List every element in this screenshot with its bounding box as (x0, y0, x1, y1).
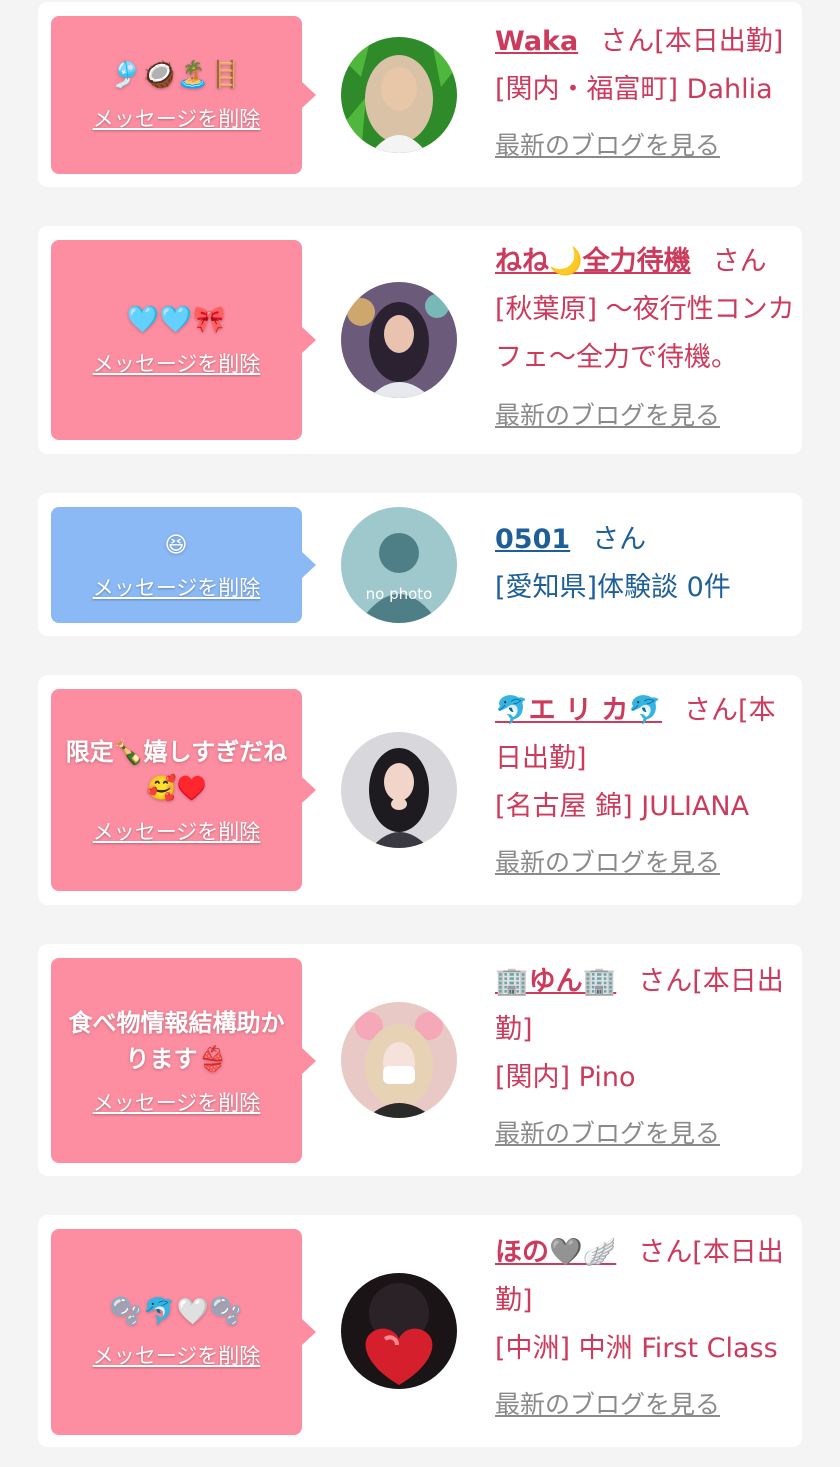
message-text: 🫧🐬🤍🫧 (109, 1297, 244, 1327)
profile-name-link[interactable]: Waka (495, 26, 578, 57)
message-card: 🎐🥥🏝️🪜 メッセージを削除 Waka さん[本日出勤] [関内・福富町] Dah… (38, 2, 802, 187)
profile-name-link[interactable]: ほの🩶🪽 (495, 1237, 616, 1268)
latest-blog-link[interactable]: 最新のブログを見る (495, 1381, 720, 1429)
profile-info: 🐬エ リ カ🐬 さん[本日出勤] [名古屋 錦] JULIANA 最新のブログを見… (495, 687, 795, 887)
message-card: 🩵🩵🎀 メッセージを削除 ねね🌙全力待機 さん [秋葉原] 〜夜行性コンカフェ〜全… (38, 226, 802, 454)
message-card: 限定🍾嬉しすぎだね🥰♥️ メッセージを削除 🐬エ リ カ🐬 さん[本日出勤] [名… (38, 675, 802, 905)
honorific: さん (592, 524, 647, 555)
message-text: 😆 (164, 533, 189, 558)
avatar[interactable] (341, 732, 457, 848)
message-text: 食べ物情報結構助かります👙 (68, 1008, 285, 1073)
profile-info: ほの🩶🪽 さん[本日出勤] [中洲] 中洲 First Class 最新のブログを… (495, 1229, 795, 1429)
message-bubble: 限定🍾嬉しすぎだね🥰♥️ メッセージを削除 (51, 689, 316, 891)
message-card: 🫧🐬🤍🫧 メッセージを削除 ほの🩶🪽 さん[本日出勤] [中洲] 中洲 First… (38, 1215, 802, 1447)
profile-name-link[interactable]: 0501 (495, 524, 570, 555)
avatar[interactable] (341, 37, 457, 153)
message-bubble: 🫧🐬🤍🫧 メッセージを削除 (51, 1229, 316, 1435)
message-text: 🎐🥥🏝️🪜 (109, 60, 244, 90)
latest-blog-link[interactable]: 最新のブログを見る (495, 839, 720, 887)
shop-info: [愛知県]体験談 0件 (495, 572, 731, 603)
shop-info: [中洲] 中洲 First Class (495, 1333, 778, 1364)
no-photo-label: no photo (366, 585, 433, 603)
delete-message-link[interactable]: メッセージを削除 (93, 1087, 261, 1117)
honorific: さん (600, 26, 655, 57)
latest-blog-link[interactable]: 最新のブログを見る (495, 392, 720, 440)
honorific: さん (684, 695, 739, 726)
work-status: [本日出勤] (654, 26, 784, 57)
delete-message-link[interactable]: メッセージを削除 (93, 1340, 261, 1370)
message-bubble: 🎐🥥🏝️🪜 メッセージを削除 (51, 16, 316, 174)
profile-name-link[interactable]: 🏢ゆん🏢 (495, 966, 616, 997)
message-bubble: 食べ物情報結構助かります👙 メッセージを削除 (51, 958, 316, 1163)
message-bubble: 🩵🩵🎀 メッセージを削除 (51, 240, 316, 440)
shop-info: [名古屋 錦] JULIANA (495, 791, 750, 822)
latest-blog-link[interactable]: 最新のブログを見る (495, 122, 720, 170)
delete-message-link[interactable]: メッセージを削除 (93, 572, 261, 602)
message-card: 😆 メッセージを削除 no photo 0501 さん [愛知県]体験談 0件 (38, 493, 802, 636)
honorific: さん (712, 246, 767, 277)
honorific: さん (638, 966, 693, 997)
message-list: 🎐🥥🏝️🪜 メッセージを削除 Waka さん[本日出勤] [関内・福富町] Dah… (0, 0, 840, 1467)
message-bubble: 😆 メッセージを削除 (51, 507, 316, 623)
delete-message-link[interactable]: メッセージを削除 (93, 103, 261, 133)
latest-blog-link[interactable]: 最新のブログを見る (495, 1110, 720, 1158)
shop-info: [秋葉原] 〜夜行性コンカフェ〜全力で待機。 (495, 294, 795, 373)
delete-message-link[interactable]: メッセージを削除 (93, 348, 261, 378)
shop-info: [関内・福富町] Dahlia (495, 74, 773, 105)
profile-info: 0501 さん [愛知県]体験談 0件 (495, 516, 795, 612)
profile-info: 🏢ゆん🏢 さん[本日出勤] [関内] Pino 最新のブログを見る (495, 958, 795, 1158)
delete-message-link[interactable]: メッセージを削除 (93, 816, 261, 846)
honorific: さん (638, 1237, 693, 1268)
shop-info: [関内] Pino (495, 1062, 636, 1093)
message-card: 食べ物情報結構助かります👙 メッセージを削除 🏢ゆん🏢 さん[本日出勤] [関内]… (38, 944, 802, 1176)
avatar[interactable] (341, 1002, 457, 1118)
profile-info: ねね🌙全力待機 さん [秋葉原] 〜夜行性コンカフェ〜全力で待機。 最新のブログを… (495, 238, 795, 440)
avatar[interactable]: no photo (341, 507, 457, 623)
profile-info: Waka さん[本日出勤] [関内・福富町] Dahlia 最新のブログを見る (495, 18, 795, 170)
avatar[interactable] (341, 1273, 457, 1389)
message-text: 限定🍾嬉しすぎだね🥰♥️ (65, 738, 288, 802)
message-text: 🩵🩵🎀 (126, 305, 227, 335)
profile-name-link[interactable]: 🐬エ リ カ🐬 (495, 695, 662, 726)
avatar[interactable] (341, 282, 457, 398)
profile-name-link[interactable]: ねね🌙全力待機 (495, 246, 691, 277)
